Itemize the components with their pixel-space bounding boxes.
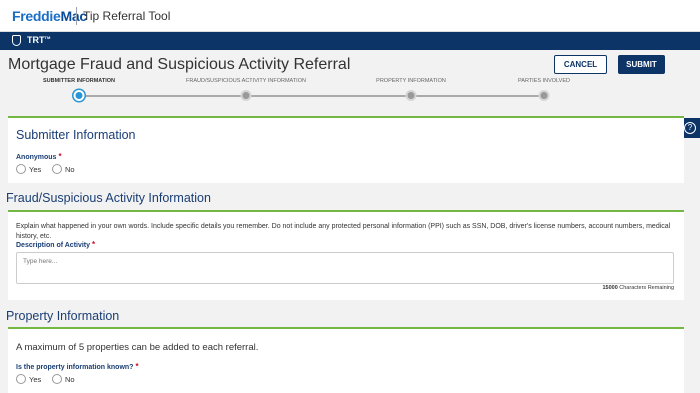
question-icon: ? <box>684 122 696 134</box>
top-header: FreddieMac Tip Referral Tool <box>0 0 700 32</box>
property-known-yes-radio[interactable] <box>16 374 26 384</box>
step-label-submitter[interactable]: SUBMITTER INFORMATION <box>43 78 115 84</box>
shield-icon <box>12 35 21 46</box>
property-heading: Property Information <box>6 309 120 323</box>
step-label-property[interactable]: PROPERTY INFORMATION <box>376 78 446 84</box>
page-title: Mortgage Fraud and Suspicious Activity R… <box>8 56 351 73</box>
stepper-track <box>79 95 544 97</box>
property-known-no-radio[interactable] <box>52 374 62 384</box>
anonymous-no-label[interactable]: No <box>65 165 75 174</box>
fraud-heading: Fraud/Suspicious Activity Information <box>6 191 211 205</box>
navbar-app-label[interactable]: TRTTM <box>27 35 50 45</box>
char-count: 15000 Characters Remaining <box>602 285 674 291</box>
app-title: Tip Referral Tool <box>83 9 171 23</box>
submitter-heading: Submitter Information <box>16 128 136 142</box>
description-textarea[interactable] <box>16 252 674 284</box>
property-panel <box>8 327 684 393</box>
submit-button[interactable]: SUBMIT <box>618 55 665 74</box>
property-known-no-label[interactable]: No <box>65 375 75 384</box>
anonymous-label: Anonymous * <box>16 152 62 161</box>
step-dot-submitter[interactable] <box>73 90 85 101</box>
step-dot-fraud[interactable] <box>240 90 252 101</box>
property-known-yes-label[interactable]: Yes <box>29 375 41 384</box>
anonymous-yes-radio[interactable] <box>16 164 26 174</box>
property-max-note: A maximum of 5 properties can be added t… <box>16 342 259 353</box>
property-known-label: Is the property information known? * <box>16 362 139 371</box>
app-navbar: TRTTM <box>0 32 700 50</box>
step-dot-property[interactable] <box>405 90 417 101</box>
anonymous-no-radio[interactable] <box>52 164 62 174</box>
step-label-fraud[interactable]: FRAUD/SUSPICIOUS ACTIVITY INFORMATION <box>186 78 306 84</box>
logo-text-freddie: Freddie <box>12 8 61 24</box>
header-divider <box>76 7 77 25</box>
char-count-suffix: Characters Remaining <box>619 285 674 291</box>
step-dot-parties[interactable] <box>538 90 550 101</box>
description-label: Description of Activity * <box>16 240 96 249</box>
step-label-parties[interactable]: PARTIES INVOLVED <box>518 78 570 84</box>
anonymous-yes-label[interactable]: Yes <box>29 165 41 174</box>
submitter-panel <box>8 116 684 183</box>
cancel-button[interactable]: CANCEL <box>554 55 607 74</box>
char-count-number: 15000 <box>602 285 618 291</box>
fraud-instructions: Explain what happened in your own words.… <box>16 223 671 240</box>
